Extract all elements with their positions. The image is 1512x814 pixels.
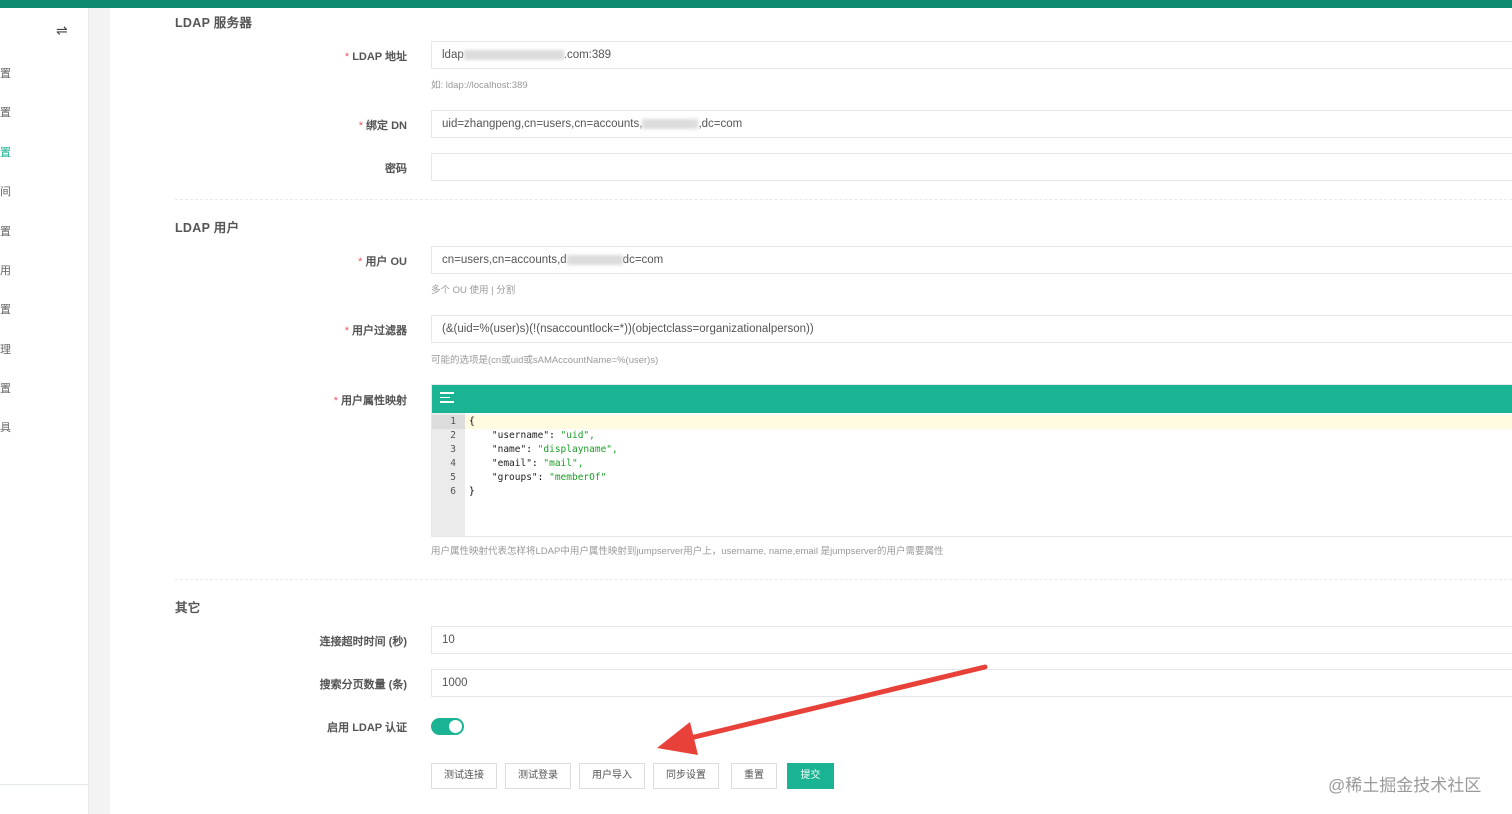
- watermark: @稀土掘金技术社区: [1328, 776, 1482, 795]
- editor-line: 5 "groups": "memberOf": [450, 472, 607, 483]
- user-filter-label: * 用户过滤器: [344, 325, 407, 337]
- sidebar-item[interactable]: 置: [0, 380, 11, 396]
- editor-toolbar: [432, 385, 1512, 413]
- user-ou-input[interactable]: cn=users,cn=accounts,d dc=com: [431, 246, 1512, 274]
- redacted-region: [463, 49, 564, 60]
- editor-line: 6}: [450, 486, 475, 497]
- sidebar: ⇌ 置 置 置 间 置 用 置 理 置 具: [0, 8, 89, 814]
- section-divider: [175, 579, 1512, 580]
- sidebar-toggle-icon[interactable]: ⇌: [56, 22, 68, 39]
- test-login-button[interactable]: 测试登录: [505, 763, 571, 789]
- attr-map-help: 用户属性映射代表怎样将LDAP中用户属性映射到jumpserver用户上，use…: [431, 546, 944, 557]
- editor-body[interactable]: 1{ 2 "username": "uid", 3 "name": "displ…: [432, 413, 1512, 536]
- bind-dn-label: * 绑定 DN: [358, 120, 407, 132]
- ldap-address-input[interactable]: ldap .com:389: [431, 41, 1512, 69]
- editor-line: 3 "name": "displayname",: [450, 444, 618, 455]
- user-import-button[interactable]: 用户导入: [579, 763, 645, 789]
- page-size-label: 搜索分页数量 (条): [319, 679, 407, 691]
- user-filter-help: 可能的选项是(cn或uid或sAMAccountName=%(user)s): [431, 355, 659, 366]
- ldap-address-help: 如: ldap://localhost:389: [431, 80, 528, 91]
- editor-line: 1{: [432, 415, 1512, 429]
- timeout-input[interactable]: 10: [431, 626, 1512, 654]
- password-input[interactable]: [431, 153, 1512, 181]
- sync-settings-button[interactable]: 同步设置: [653, 763, 719, 789]
- top-bar: [0, 0, 1512, 8]
- page-size-input[interactable]: 1000: [431, 669, 1512, 697]
- password-label: 密码: [385, 163, 407, 175]
- sidebar-item[interactable]: 用: [0, 262, 11, 278]
- bind-dn-input[interactable]: uid=zhangpeng,cn=users,cn=accounts, ,dc=c…: [431, 110, 1512, 138]
- section-title-ldap-user: LDAP 用户: [175, 221, 240, 235]
- attr-map-json-editor[interactable]: 1{ 2 "username": "uid", 3 "name": "displ…: [431, 384, 1512, 537]
- user-ou-help: 多个 OU 使用 | 分割: [431, 285, 516, 296]
- editor-line: 2 "username": "uid",: [450, 430, 595, 441]
- user-ou-label: * 用户 OU: [358, 256, 407, 268]
- section-title-ldap-server: LDAP 服务器: [175, 16, 253, 30]
- sidebar-item[interactable]: 置: [0, 301, 11, 317]
- reset-button[interactable]: 重置: [731, 763, 777, 789]
- section-title-other: 其它: [175, 601, 201, 615]
- ldap-address-label: * LDAP 地址: [344, 51, 407, 63]
- sidebar-item[interactable]: 置: [0, 223, 11, 239]
- redacted-region: [566, 254, 623, 265]
- user-filter-input[interactable]: (&(uid=%(user)s)(!(nsaccountlock=*))(obj…: [431, 315, 1512, 343]
- redacted-region: [642, 118, 699, 129]
- sidebar-item[interactable]: 具: [0, 419, 11, 435]
- test-connection-button[interactable]: 测试连接: [431, 763, 497, 789]
- submit-button[interactable]: 提交: [787, 763, 834, 789]
- sidebar-item[interactable]: 置: [0, 104, 11, 120]
- sidebar-item[interactable]: 间: [0, 183, 11, 199]
- sidebar-divider: [0, 784, 89, 785]
- content-gutter: [90, 8, 110, 814]
- toggle-knob: [449, 720, 462, 733]
- sidebar-item[interactable]: 置: [0, 65, 11, 81]
- settings-form: LDAP 服务器 * LDAP 地址 ldap .com:389 如: ldap:/…: [110, 8, 1512, 814]
- editor-line: 4 "email": "mail",: [450, 458, 584, 469]
- format-icon[interactable]: [440, 392, 454, 406]
- enable-ldap-toggle[interactable]: [431, 718, 464, 735]
- enable-ldap-label: 启用 LDAP 认证: [327, 722, 407, 734]
- timeout-label: 连接超时时间 (秒): [319, 636, 407, 648]
- sidebar-item[interactable]: 理: [0, 341, 11, 357]
- section-divider: [175, 199, 1512, 200]
- sidebar-item-active[interactable]: 置: [0, 144, 11, 160]
- attr-map-label: * 用户属性映射: [333, 395, 407, 407]
